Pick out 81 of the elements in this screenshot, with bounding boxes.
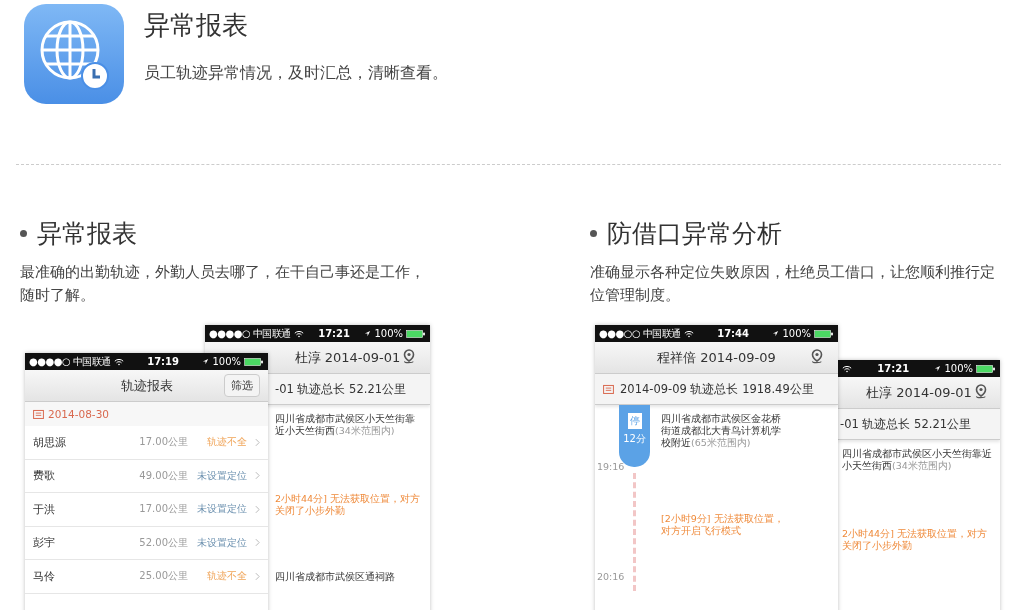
- status-time: 17:19: [146, 356, 181, 367]
- battery-icon: [406, 329, 426, 338]
- stop-badge: 停: [627, 413, 642, 429]
- track-summary: -01 轨迹总长 52.21公里: [275, 381, 407, 397]
- chevron-right-icon: [255, 571, 260, 581]
- track-status: 轨迹不全: [206, 435, 247, 450]
- employee-name: 彭宇: [33, 535, 56, 551]
- chevron-right-icon: [255, 504, 260, 514]
- track-status: 未设置定位: [196, 535, 247, 550]
- distance-value: 17.00公里: [138, 502, 188, 517]
- address-text: 四川省成都市武侯区通祠路: [274, 570, 396, 584]
- carrier-label: ●●●●○ 中国联通: [29, 354, 111, 369]
- battery-icon: [976, 364, 996, 373]
- section-description: 最准确的出勤轨迹，外勤人员去哪了，在干自己事还是工作，随时了解。: [20, 263, 425, 305]
- time-label: 20:16: [597, 571, 625, 582]
- track-summary: 2014-09-09 轨迹总长 1918.49公里: [620, 381, 814, 397]
- wifi-icon: [842, 364, 852, 373]
- chevron-right-icon: [255, 538, 260, 548]
- screen-title: 轨迹报表: [120, 376, 173, 395]
- location-arrow-icon: [364, 330, 372, 337]
- battery-icon: [814, 329, 834, 338]
- status-time: 17:21: [876, 363, 911, 374]
- distance-value: 49.00公里: [138, 468, 188, 483]
- carrier-label: ●●●●○ 中国联通: [209, 326, 291, 341]
- location-warning: 2小时44分] 无法获取位置，对方关闭了小步外勤: [841, 528, 988, 553]
- screen-title: 杜淳 2014-09-01: [294, 348, 401, 367]
- bullet-icon: [20, 229, 27, 237]
- map-pin-icon[interactable]: [974, 384, 988, 400]
- track-status: 未设置定位: [196, 468, 247, 483]
- status-time: 17:21: [317, 328, 352, 339]
- address-text: 四川省成都市武侯区金花桥街道成都北大青鸟计算机学校附近(65米范围内): [660, 412, 782, 450]
- calendar-icon: [33, 409, 44, 419]
- location-arrow-icon: [772, 330, 780, 337]
- wifi-icon: [113, 357, 124, 366]
- wifi-icon: [683, 329, 694, 338]
- filter-button[interactable]: 筛选: [224, 374, 260, 397]
- status-time: 17:44: [716, 328, 751, 339]
- track-status: 未设置定位: [196, 502, 247, 517]
- bullet-icon: [590, 229, 597, 237]
- location-warning: 2小时44分] 无法获取位置，对方关闭了小步外勤: [274, 493, 421, 518]
- carrier-label: ●●●○○ 中国联通: [599, 326, 681, 341]
- employee-name: 于洪: [33, 501, 56, 517]
- battery-icon: [244, 357, 264, 366]
- page-subtitle: 员工轨迹异常情况，及时汇总，清晰查看。: [144, 63, 448, 84]
- track-status: 轨迹不全: [206, 569, 247, 584]
- screen-title: 杜淳 2014-09-01: [866, 383, 972, 402]
- battery-percent: 100%: [212, 356, 241, 367]
- distance-value: 52.00公里: [138, 535, 188, 550]
- section-title: 防借口异常分析: [607, 217, 782, 250]
- report-row[interactable]: 费歌 49.00公里 未设置定位: [25, 459, 268, 493]
- report-row[interactable]: 彭宇 52.00公里 未设置定位: [25, 526, 268, 560]
- distance-value: 25.00公里: [138, 569, 188, 584]
- distance-value: 17.00公里: [138, 435, 188, 450]
- battery-percent: 100%: [782, 328, 811, 339]
- chevron-right-icon: [255, 471, 260, 481]
- employee-name: 马伶: [33, 568, 56, 584]
- section-description: 准确显示各种定位失败原因，杜绝员工借口，让您顺利推行定位管理制度。: [590, 263, 995, 305]
- wifi-icon: [293, 329, 304, 338]
- location-arrow-icon: [202, 358, 210, 365]
- stop-duration: 12分: [623, 432, 646, 446]
- track-summary: -01 轨迹总长 52.21公里: [840, 416, 972, 432]
- section-title: 异常报表: [37, 217, 137, 250]
- calendar-icon: [603, 384, 614, 394]
- report-row[interactable]: 胡思源 17.00公里 轨迹不全: [25, 426, 268, 460]
- battery-percent: 100%: [374, 328, 403, 339]
- report-date: 2014-08-30: [48, 408, 110, 420]
- location-arrow-icon: [934, 365, 942, 372]
- time-label: 19:16: [597, 461, 625, 472]
- screen-title: 程祥倍 2014-09-09: [657, 348, 776, 367]
- map-pin-icon[interactable]: [810, 349, 824, 365]
- location-warning: [2小时9分] 无法获取位置，对方开启飞行模式: [660, 512, 785, 538]
- employee-name: 胡思源: [33, 434, 67, 450]
- chevron-right-icon: [255, 437, 260, 447]
- address-text: 四川省成都市武侯区小天竺街靠近小天竺街西(34米范围内): [274, 412, 416, 438]
- report-row[interactable]: 于洪 17.00公里 未设置定位: [25, 493, 268, 527]
- map-pin-icon[interactable]: [402, 349, 416, 365]
- address-text: 四川省成都市武侯区小天竺街靠近小天竺街西(34米范围内): [841, 447, 993, 473]
- battery-percent: 100%: [944, 363, 973, 374]
- report-row[interactable]: 马伶 25.00公里 轨迹不全: [25, 560, 268, 594]
- page-title: 异常报表: [144, 9, 249, 42]
- employee-name: 费歌: [33, 468, 56, 484]
